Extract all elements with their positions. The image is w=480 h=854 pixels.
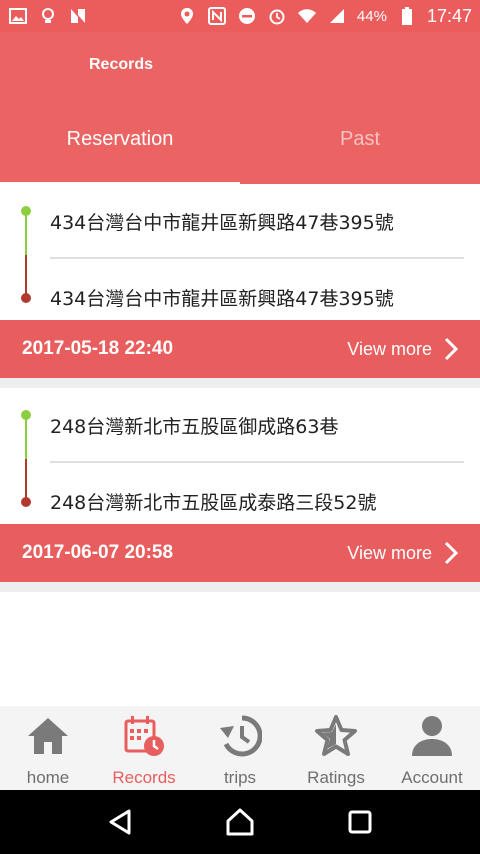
route-line-start bbox=[25, 416, 27, 459]
bottom-nav: home Records trips Ratings Account bbox=[0, 706, 480, 790]
view-more-button[interactable]: View more bbox=[347, 337, 458, 361]
battery-icon bbox=[397, 6, 417, 26]
pickup-address: 434台灣台中市龍井區新興路47巷395號 bbox=[50, 212, 394, 234]
dropoff-address: 248台灣新北市五股區成泰路三段52號 bbox=[50, 492, 377, 514]
home-button[interactable] bbox=[220, 802, 260, 842]
divider bbox=[50, 461, 464, 463]
app-n-icon bbox=[68, 6, 88, 26]
route-line-end bbox=[25, 459, 27, 502]
card-separator bbox=[0, 582, 480, 592]
chevron-right-icon bbox=[444, 541, 458, 565]
wifi-icon bbox=[297, 6, 317, 26]
calendar-clock-icon bbox=[122, 714, 166, 758]
route-info[interactable]: 434台灣台中市龍井區新興路47巷395號 434台灣台中市龍井區新興路47巷3… bbox=[0, 184, 480, 320]
nfc-icon bbox=[207, 6, 227, 26]
battery-percentage: 44% bbox=[356, 7, 387, 25]
person-icon bbox=[410, 714, 454, 758]
route-line-end bbox=[25, 255, 27, 298]
route-line-start bbox=[25, 212, 27, 255]
nav-account[interactable]: Account bbox=[384, 706, 480, 790]
nav-home-label: home bbox=[26, 768, 70, 787]
back-triangle-icon bbox=[109, 809, 131, 835]
record-datetime: 2017-05-18 22:40 bbox=[22, 338, 174, 359]
clock: 17:47 bbox=[426, 5, 472, 26]
page-title: Records bbox=[89, 56, 154, 73]
nav-account-label: Account bbox=[401, 768, 463, 787]
recents-square-icon bbox=[348, 810, 372, 834]
home-outline-icon bbox=[226, 808, 254, 836]
record-footer[interactable]: 2017-05-18 22:40 View more bbox=[0, 320, 480, 378]
system-nav-bar bbox=[0, 790, 480, 854]
nav-trips-label: trips bbox=[223, 768, 257, 787]
history-icon bbox=[218, 714, 262, 758]
view-more-label: View more bbox=[347, 338, 432, 359]
alarm-icon bbox=[267, 6, 287, 26]
status-bar: 44% 17:47 bbox=[0, 0, 480, 32]
tab-past[interactable]: Past bbox=[240, 128, 480, 158]
record-card: 434台灣台中市龍井區新興路47巷395號 434台灣台中市龍井區新興路47巷3… bbox=[0, 184, 480, 378]
card-separator bbox=[0, 378, 480, 388]
status-notifications bbox=[8, 6, 88, 26]
nav-home[interactable]: home bbox=[0, 706, 96, 790]
record-datetime: 2017-06-07 20:58 bbox=[22, 542, 174, 563]
back-button[interactable] bbox=[100, 802, 140, 842]
home-icon bbox=[26, 714, 70, 758]
nav-trips[interactable]: trips bbox=[192, 706, 288, 790]
star-icon bbox=[314, 714, 358, 758]
record-footer[interactable]: 2017-06-07 20:58 View more bbox=[0, 524, 480, 582]
end-point-dot bbox=[21, 293, 31, 303]
view-more-label: View more bbox=[347, 542, 432, 563]
nav-records-label: Records bbox=[112, 768, 176, 787]
app-header: Records Reservation Past bbox=[0, 32, 480, 185]
signal-icon bbox=[327, 6, 347, 26]
bulb-icon bbox=[38, 6, 58, 26]
divider bbox=[50, 257, 464, 259]
nav-ratings[interactable]: Ratings bbox=[288, 706, 384, 790]
image-icon bbox=[8, 6, 28, 26]
record-card: 248台灣新北市五股區御成路63巷 248台灣新北市五股區成泰路三段52號 20… bbox=[0, 388, 480, 582]
location-icon bbox=[177, 6, 197, 26]
view-more-button[interactable]: View more bbox=[347, 541, 458, 565]
end-point-dot bbox=[21, 497, 31, 507]
chevron-right-icon bbox=[444, 337, 458, 361]
do-not-disturb-icon bbox=[237, 6, 257, 26]
tab-reservation[interactable]: Reservation bbox=[0, 128, 240, 158]
nav-records[interactable]: Records bbox=[96, 706, 192, 790]
recents-button[interactable] bbox=[340, 802, 380, 842]
status-system: 44% 17:47 bbox=[177, 6, 472, 27]
route-info[interactable]: 248台灣新北市五股區御成路63巷 248台灣新北市五股區成泰路三段52號 bbox=[0, 388, 480, 524]
nav-ratings-label: Ratings bbox=[307, 768, 365, 787]
records-list: 434台灣台中市龍井區新興路47巷395號 434台灣台中市龍井區新興路47巷3… bbox=[0, 184, 480, 592]
pickup-address: 248台灣新北市五股區御成路63巷 bbox=[50, 416, 339, 438]
dropoff-address: 434台灣台中市龍井區新興路47巷395號 bbox=[50, 288, 394, 310]
